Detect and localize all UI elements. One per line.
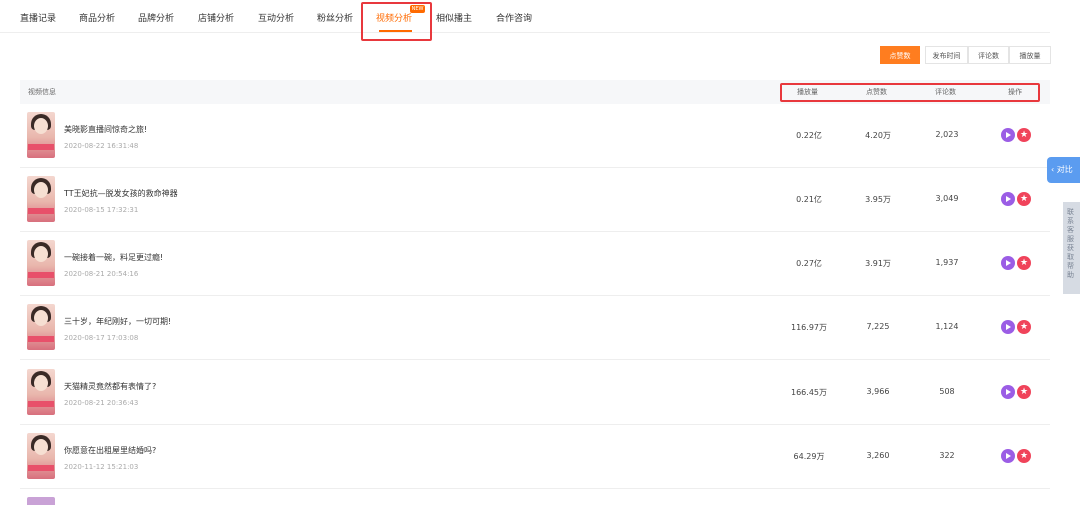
- video-title[interactable]: 一碗接着一碗，料足更过瘾!: [64, 252, 163, 263]
- cell-likes: 3.91万: [865, 259, 891, 268]
- video-title[interactable]: 美晓影直播间惊奇之旅!: [64, 124, 147, 135]
- header-highlight-box: [780, 83, 1040, 102]
- cell-plays: 64.29万: [793, 452, 825, 461]
- tab-fans-analysis[interactable]: 粉丝分析: [317, 11, 353, 24]
- table-row: 一碗接着一碗，料足更过瘾! 2020-08-21 20:54:16 0.27亿 …: [20, 232, 1050, 296]
- video-date: 2020-08-21 20:36:43: [64, 399, 139, 407]
- cell-comments: 508: [939, 387, 955, 396]
- tab-shop-analysis[interactable]: 店铺分析: [198, 11, 234, 24]
- video-date: 2020-08-21 20:54:16: [64, 270, 139, 278]
- video-date: 2020-08-15 17:32:31: [64, 206, 139, 214]
- sort-by-likes-button[interactable]: 点赞数: [880, 46, 920, 64]
- video-date: 2020-08-22 16:31:48: [64, 142, 139, 150]
- cell-comments: 1,124: [935, 322, 959, 331]
- video-date: 2020-08-17 17:03:08: [64, 334, 139, 342]
- tab-cooperation[interactable]: 合作咨询: [496, 11, 532, 24]
- tab-interaction-analysis[interactable]: 互动分析: [258, 11, 294, 24]
- cell-plays: 116.97万: [791, 323, 827, 332]
- star-icon[interactable]: ★: [1017, 128, 1031, 142]
- tab-similar-streamers[interactable]: 相似播主: [436, 11, 472, 24]
- star-icon[interactable]: ★: [1017, 320, 1031, 334]
- play-icon[interactable]: [1001, 256, 1015, 270]
- video-thumbnail[interactable]: [27, 112, 55, 158]
- cell-likes: 7,225: [866, 322, 890, 331]
- video-title[interactable]: 三十岁，年纪刚好，一切可期!: [64, 316, 171, 327]
- cell-likes: 4.20万: [865, 131, 891, 140]
- table-row: 美晓影直播间惊奇之旅! 2020-08-22 16:31:48 0.22亿 4.…: [20, 104, 1050, 168]
- video-thumbnail[interactable]: [27, 240, 55, 286]
- cell-likes: 3,260: [866, 451, 890, 460]
- cell-comments: 322: [939, 451, 955, 460]
- video-title[interactable]: 你愿意在出租屋里结婚吗?: [64, 445, 156, 456]
- video-thumbnail[interactable]: [27, 304, 55, 350]
- cell-plays: 166.45万: [791, 388, 827, 397]
- tab-live-records[interactable]: 直播记录: [20, 11, 56, 24]
- contact-support-panel[interactable]: 联系客服获取帮助: [1063, 202, 1080, 294]
- play-icon[interactable]: [1001, 449, 1015, 463]
- cell-plays: 0.21亿: [796, 195, 822, 204]
- chevron-left-icon: ‹: [1051, 165, 1055, 174]
- video-thumbnail[interactable]: [27, 433, 55, 479]
- table-row: 天猫精灵竟然都有表情了? 2020-08-21 20:36:43 166.45万…: [20, 361, 1050, 425]
- video-title[interactable]: 天猫精灵竟然都有表情了?: [64, 381, 156, 392]
- cell-comments: 2,023: [935, 130, 959, 139]
- video-thumbnail-partial: [27, 497, 55, 505]
- play-icon[interactable]: [1001, 128, 1015, 142]
- top-nav: 直播记录 商品分析 品牌分析 店铺分析 互动分析 粉丝分析 视频分析 NEW 相…: [0, 0, 1050, 33]
- contact-support-label: 联系客服获取帮助: [1067, 208, 1074, 279]
- table-row: 你愿意在出租屋里结婚吗? 2020-11-12 15:21:03 64.29万 …: [20, 425, 1050, 489]
- video-date: 2020-11-12 15:21:03: [64, 463, 139, 471]
- sort-by-comments-button[interactable]: 评论数: [968, 46, 1009, 64]
- table-row: TT王妃抗—脱发女孩的救命神器 2020-08-15 17:32:31 0.21…: [20, 168, 1050, 232]
- video-thumbnail[interactable]: [27, 176, 55, 222]
- star-icon[interactable]: ★: [1017, 385, 1031, 399]
- cell-likes: 3,966: [866, 387, 890, 396]
- tab-highlight-box: [361, 2, 432, 41]
- tab-product-analysis[interactable]: 商品分析: [79, 11, 115, 24]
- tab-brand-analysis[interactable]: 品牌分析: [138, 11, 174, 24]
- header-video-info: 视频信息: [28, 88, 56, 96]
- star-icon[interactable]: ★: [1017, 449, 1031, 463]
- sort-by-plays-button[interactable]: 播放量: [1009, 46, 1051, 64]
- play-icon[interactable]: [1001, 320, 1015, 334]
- cell-comments: 1,937: [935, 258, 959, 267]
- cell-likes: 3.95万: [865, 195, 891, 204]
- star-icon[interactable]: ★: [1017, 192, 1031, 206]
- cell-comments: 3,049: [935, 194, 959, 203]
- video-thumbnail[interactable]: [27, 369, 55, 415]
- sort-by-date-button[interactable]: 发布时间: [925, 46, 968, 64]
- cell-plays: 0.22亿: [796, 131, 822, 140]
- video-title[interactable]: TT王妃抗—脱发女孩的救命神器: [64, 188, 178, 199]
- compare-label: 对比: [1056, 165, 1073, 174]
- play-icon[interactable]: [1001, 192, 1015, 206]
- cell-plays: 0.27亿: [796, 259, 822, 268]
- play-icon[interactable]: [1001, 385, 1015, 399]
- table-row: 三十岁，年纪刚好，一切可期! 2020-08-17 17:03:08 116.9…: [20, 296, 1050, 360]
- compare-tab[interactable]: ‹ 对比: [1047, 157, 1080, 183]
- star-icon[interactable]: ★: [1017, 256, 1031, 270]
